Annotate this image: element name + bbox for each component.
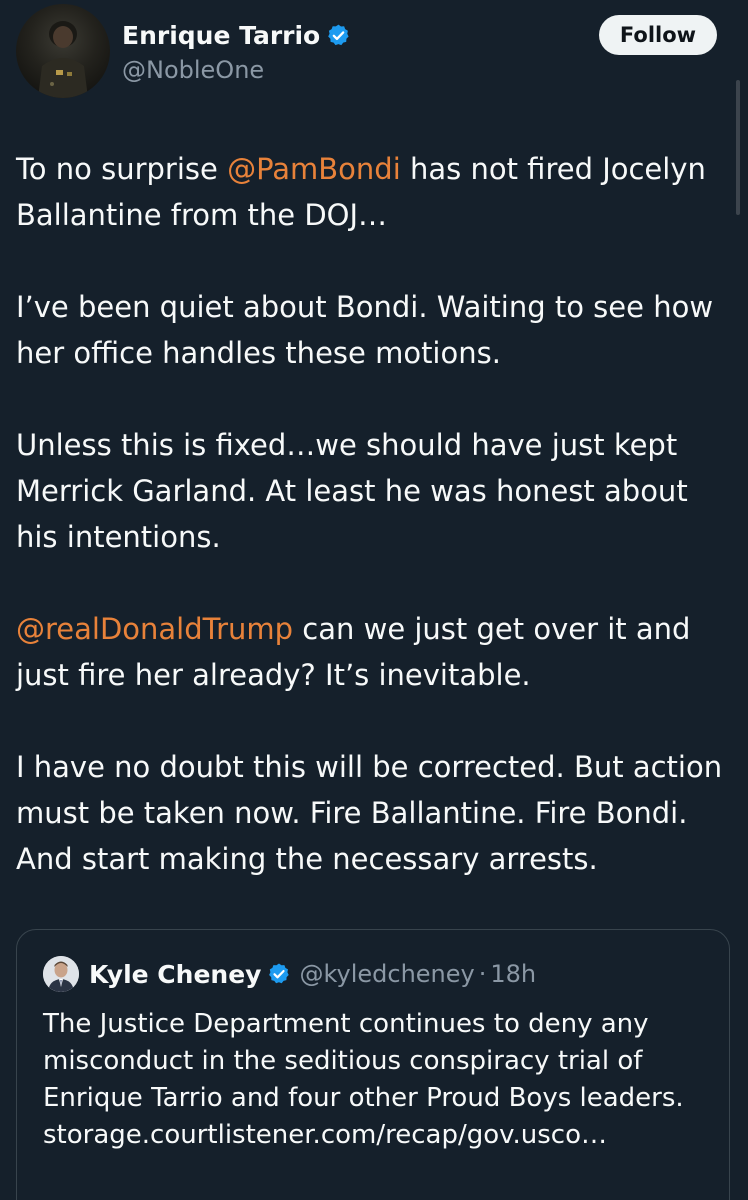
quoted-author-name[interactable]: Kyle Cheney — [89, 960, 261, 989]
mention-link[interactable]: @PamBondi — [227, 152, 401, 186]
verified-badge-icon — [328, 24, 349, 45]
scrollbar[interactable] — [736, 80, 740, 215]
tweet-text: To no surprise @PamBondi has not fired J… — [16, 146, 734, 882]
author-name[interactable]: Enrique Tarrio — [122, 21, 320, 50]
profile-photo-icon — [43, 956, 79, 992]
author-handle[interactable]: @NobleOne — [122, 56, 264, 84]
follow-button[interactable]: Follow — [599, 15, 717, 55]
tweet-text-segment: To no surprise — [16, 152, 228, 186]
author-name-row[interactable]: Enrique Tarrio — [122, 18, 351, 52]
tweet-text-segment: I have no doubt this will be corrected. … — [16, 750, 723, 876]
tweet-paragraph: I have no doubt this will be corrected. … — [16, 744, 734, 882]
separator-dot: · — [478, 960, 487, 988]
tweet-paragraph: Unless this is fixed…we should have just… — [16, 422, 734, 560]
quoted-tweet-header[interactable]: Kyle Cheney @kyledcheney · 18h — [89, 956, 536, 992]
profile-photo-icon — [38, 21, 88, 98]
quoted-tweet-card[interactable]: Kyle Cheney @kyledcheney · 18h The Justi… — [16, 929, 730, 1200]
tweet-paragraph: To no surprise @PamBondi has not fired J… — [16, 146, 734, 238]
quoted-author-handle[interactable]: @kyledcheney — [299, 960, 474, 988]
quoted-tweet-text: The Justice Department continues to deny… — [43, 1009, 684, 1150]
quoted-author-avatar[interactable] — [43, 956, 79, 992]
author-avatar[interactable] — [16, 4, 110, 98]
tweet-text-segment: I’ve been quiet about Bondi. Waiting to … — [16, 290, 714, 370]
tweet-paragraph: @realDonaldTrump can we just get over it… — [16, 606, 734, 698]
verified-badge-icon — [269, 963, 290, 984]
mention-link[interactable]: @realDonaldTrump — [16, 612, 293, 646]
quoted-tweet-timestamp[interactable]: 18h — [490, 960, 536, 988]
tweet-paragraph: I’ve been quiet about Bondi. Waiting to … — [16, 284, 734, 376]
tweet-text-segment: Unless this is fixed…we should have just… — [16, 428, 688, 554]
